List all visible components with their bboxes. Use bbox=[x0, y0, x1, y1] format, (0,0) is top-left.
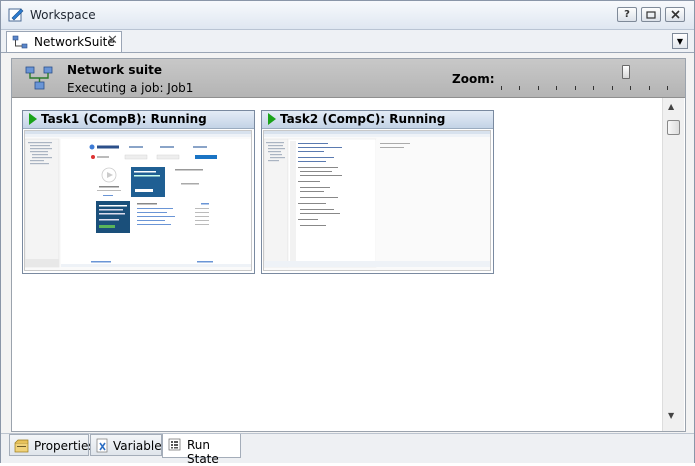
task-header: Task2 (CompC): Running bbox=[262, 111, 493, 129]
task-screenshot-thumbnail bbox=[24, 130, 252, 271]
zoom-tick bbox=[537, 86, 539, 90]
tab-label: Variables bbox=[113, 439, 168, 453]
zoom-tick bbox=[648, 86, 650, 90]
zoom-tick bbox=[519, 86, 521, 90]
chevron-down-icon: ▼ bbox=[676, 36, 684, 46]
restore-button[interactable] bbox=[641, 7, 661, 22]
close-window-button[interactable] bbox=[665, 7, 685, 22]
properties-icon bbox=[14, 439, 29, 453]
task-title: Task2 (CompC): Running bbox=[280, 112, 446, 126]
suite-title: Network suite bbox=[67, 63, 162, 77]
close-icon bbox=[670, 10, 680, 19]
help-button[interactable]: ? bbox=[617, 7, 637, 22]
zoom-tick bbox=[630, 86, 632, 90]
zoom-label: Zoom: bbox=[452, 72, 495, 86]
task-header: Task1 (CompB): Running bbox=[23, 111, 254, 129]
zoom-tick bbox=[611, 86, 613, 90]
tab-run-state[interactable]: Run State bbox=[162, 434, 241, 466]
tab-label: NetworkSuite bbox=[34, 35, 115, 49]
tab-list-dropdown-button[interactable]: ▼ bbox=[672, 33, 688, 49]
window-title: Workspace bbox=[30, 8, 96, 22]
zoom-slider-thumb[interactable] bbox=[621, 65, 630, 79]
tab-networksuite[interactable]: NetworkSuite ✕ bbox=[6, 31, 122, 52]
scrollbar-thumb[interactable] bbox=[667, 120, 680, 135]
task-screenshot-thumbnail bbox=[263, 130, 491, 271]
workspace-window: Workspace ? NetworkSuite ✕ ▼ Network sui… bbox=[0, 0, 695, 466]
restore-icon bbox=[646, 10, 656, 19]
zoom-tick bbox=[574, 86, 576, 90]
network-suite-icon bbox=[12, 35, 28, 49]
tab-label: Run State bbox=[187, 438, 219, 466]
variables-icon bbox=[96, 438, 108, 453]
help-icon: ? bbox=[624, 9, 630, 20]
thumbnail-image bbox=[264, 131, 490, 268]
task-title: Task1 (CompB): Running bbox=[41, 112, 207, 126]
zoom-tick bbox=[556, 86, 558, 90]
zoom-tick bbox=[667, 86, 668, 90]
scroll-down-icon[interactable]: ▼ bbox=[668, 411, 674, 420]
workspace-icon bbox=[8, 8, 24, 22]
tab-properties[interactable]: Properties bbox=[9, 434, 95, 456]
run-state-panel: Network suite Executing a job: Job1 Zoom… bbox=[11, 58, 686, 432]
run-state-icon bbox=[168, 438, 181, 451]
thumbnail-image bbox=[25, 131, 251, 268]
zoom-tick bbox=[501, 86, 502, 90]
tab-label: Properties bbox=[34, 439, 95, 453]
scroll-up-icon[interactable]: ▲ bbox=[668, 102, 674, 111]
suite-header: Network suite Executing a job: Job1 Zoom… bbox=[12, 59, 685, 98]
task-area: Task1 (CompB): Running Task2 (CompC): Ru… bbox=[12, 98, 662, 431]
suite-status: Executing a job: Job1 bbox=[67, 81, 194, 95]
running-icon bbox=[29, 113, 37, 125]
document-tab-strip: NetworkSuite ✕ ▼ bbox=[1, 30, 694, 53]
zoom-slider[interactable] bbox=[499, 65, 674, 93]
vertical-scrollbar[interactable]: ▲ ▼ bbox=[662, 98, 684, 431]
title-bar: Workspace ? bbox=[1, 1, 694, 30]
close-tab-icon[interactable]: ✕ bbox=[107, 33, 118, 48]
task-card-task2[interactable]: Task2 (CompC): Running bbox=[261, 110, 494, 274]
network-suite-large-icon bbox=[25, 66, 53, 90]
tab-variables[interactable]: Variables bbox=[90, 434, 168, 456]
bottom-tab-strip: Properties Variables Run State bbox=[1, 433, 694, 466]
zoom-tick bbox=[593, 86, 595, 90]
running-icon bbox=[268, 113, 276, 125]
task-card-task1[interactable]: Task1 (CompB): Running bbox=[22, 110, 255, 274]
